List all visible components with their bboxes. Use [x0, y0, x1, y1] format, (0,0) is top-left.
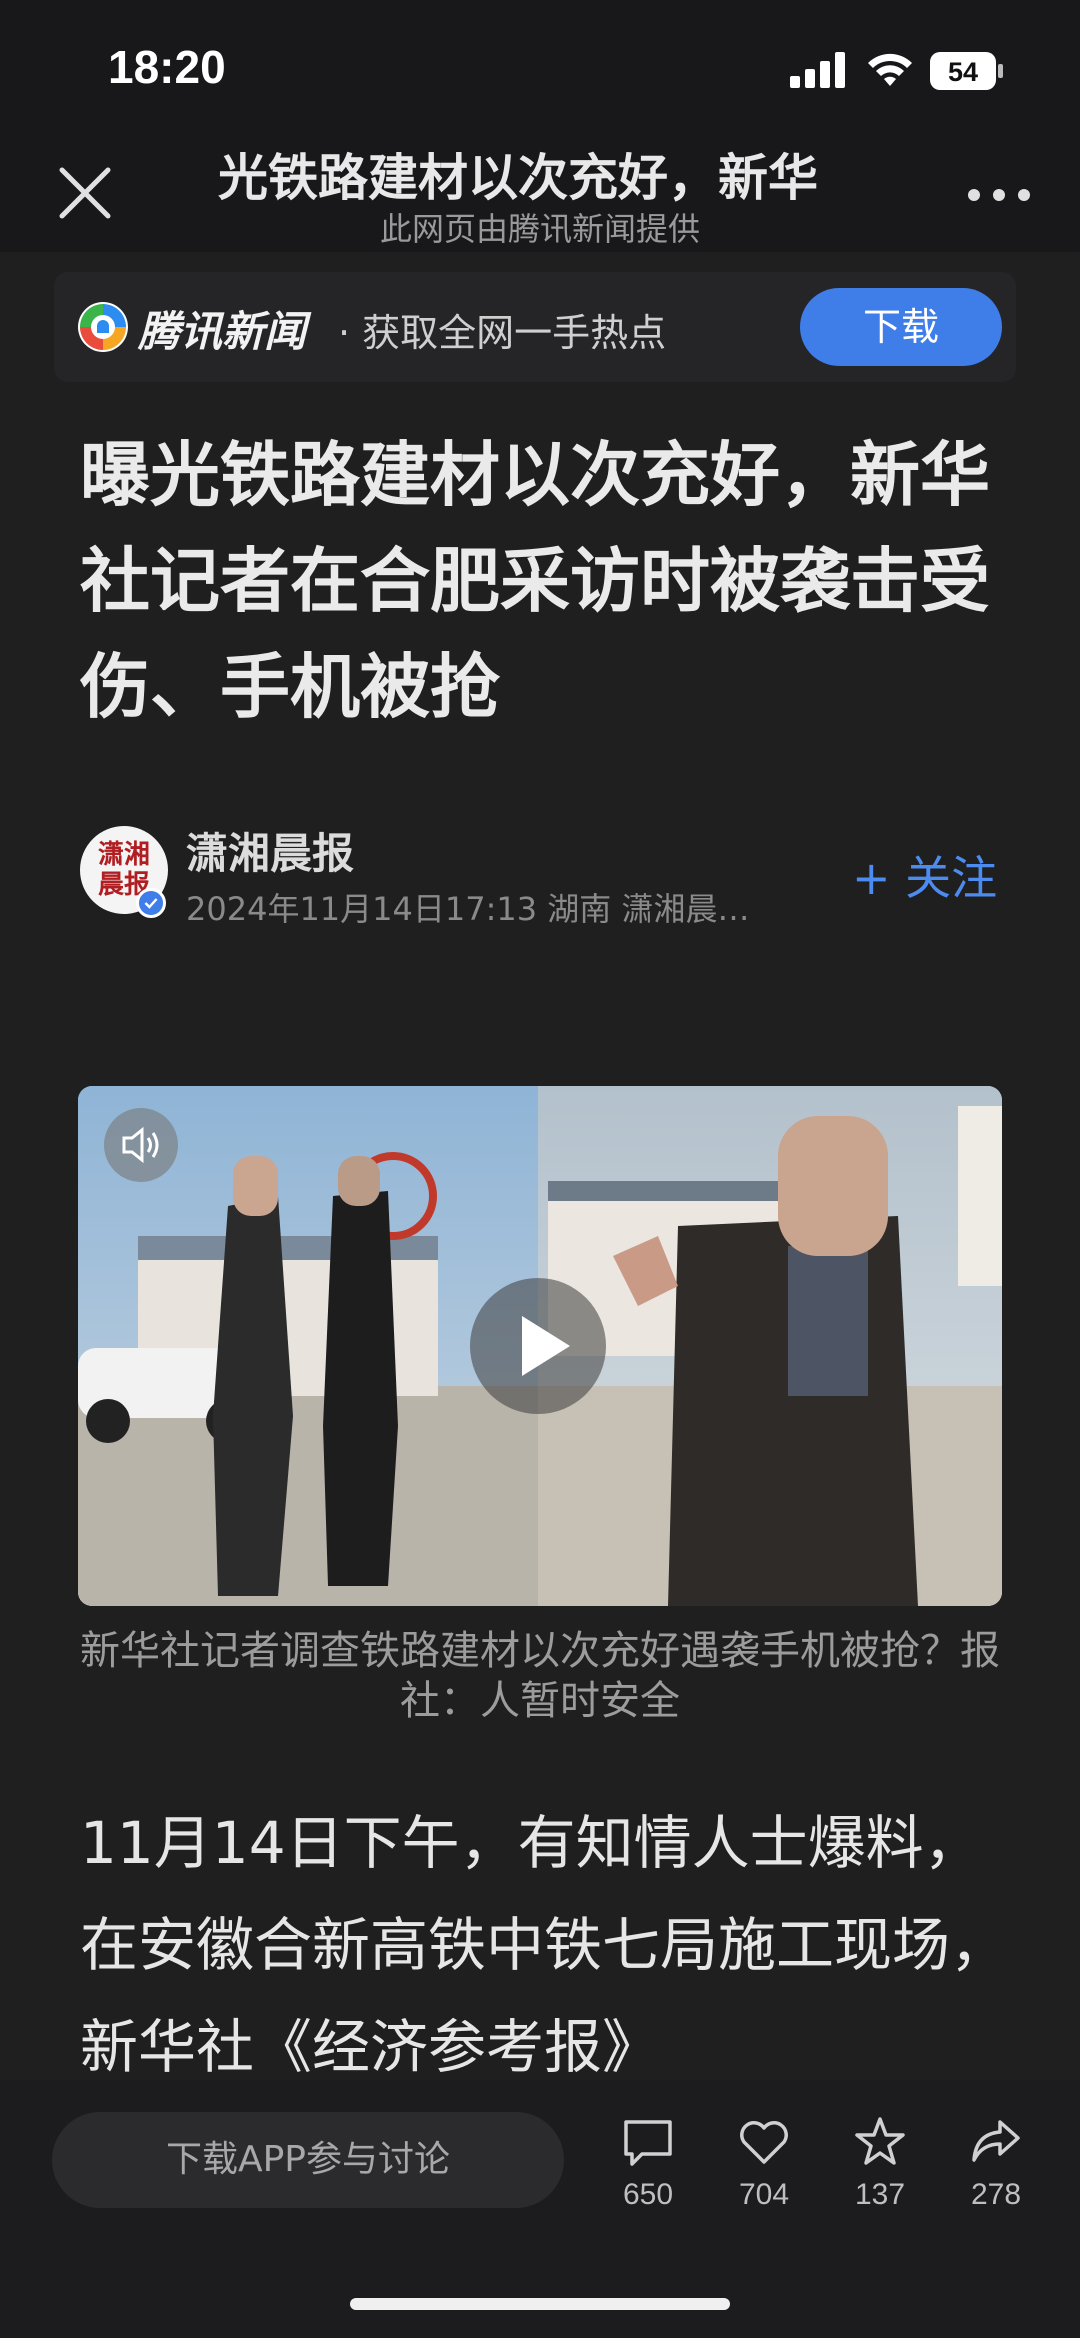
play-icon[interactable] — [470, 1278, 606, 1414]
article-body: 11月14日下午，有知情人士爆料，在安徽合新高铁中铁七局施工现场，新华社《经济参… — [80, 1809, 1009, 2078]
video-caption: 新华社记者调查铁路建材以次充好遇袭手机被抢？报社：人暂时安全 — [80, 1628, 1000, 1724]
author-row: 潇湘晨报 潇湘晨报 2024年11月14日17:13 湖南 潇湘晨… + 关注 — [80, 820, 1000, 930]
nav-subtitle: 此网页由腾讯新闻提供 — [379, 210, 700, 248]
publish-meta: 2024年11月14日17:13 湖南 潇湘晨… — [186, 890, 750, 928]
home-indicator[interactable] — [350, 2298, 730, 2310]
like-button[interactable]: 704 — [719, 2114, 809, 2212]
comment-input[interactable]: 下载APP参与讨论 — [52, 2112, 564, 2208]
app-download-banner: 腾讯新闻 · 获取全网一手热点 下载 — [54, 272, 1016, 382]
wifi-icon — [868, 53, 912, 86]
nav-title: 光铁路建材以次充好，新华 — [218, 149, 818, 207]
sound-icon[interactable] — [104, 1108, 178, 1182]
comment-icon — [624, 2120, 672, 2166]
banner-slogan: · 获取全网一手热点 — [338, 311, 667, 355]
brand-name: 腾讯新闻 — [138, 307, 307, 356]
follow-button[interactable]: + 关注 — [852, 842, 997, 908]
comment-button[interactable]: 650 — [603, 2114, 693, 2212]
like-count: 704 — [738, 2178, 790, 2211]
favorite-count: 137 — [854, 2178, 906, 2211]
heart-icon — [740, 2121, 788, 2164]
status-bar: 18:20 54 — [0, 0, 1080, 120]
share-count: 278 — [970, 2178, 1022, 2211]
comment-count: 650 — [622, 2178, 674, 2211]
share-icon — [972, 2120, 1020, 2162]
star-icon — [855, 2117, 905, 2165]
cellular-signal-icon — [790, 52, 845, 88]
battery-icon: 54 — [930, 52, 1003, 90]
author-name[interactable]: 潇湘晨报 — [186, 820, 354, 881]
status-time: 18:20 — [108, 41, 226, 93]
avatar[interactable]: 潇湘晨报 — [80, 826, 168, 918]
article-headline: 曝光铁路建材以次充好，新华社记者在合肥采访时被袭击受伤、手机被抢 — [80, 434, 990, 728]
download-button[interactable]: 下载 — [800, 288, 1002, 366]
tencent-news-logo-icon — [78, 302, 128, 352]
share-button[interactable]: 278 — [951, 2114, 1041, 2212]
verified-badge-icon — [136, 888, 166, 918]
more-icon[interactable] — [964, 180, 1034, 210]
favorite-button[interactable]: 137 — [835, 2114, 925, 2212]
battery-level: 54 — [948, 57, 978, 87]
video-player[interactable] — [78, 1086, 1002, 1606]
nav-bar: 光铁路建材以次充好，新华 此网页由腾讯新闻提供 — [0, 120, 1080, 252]
